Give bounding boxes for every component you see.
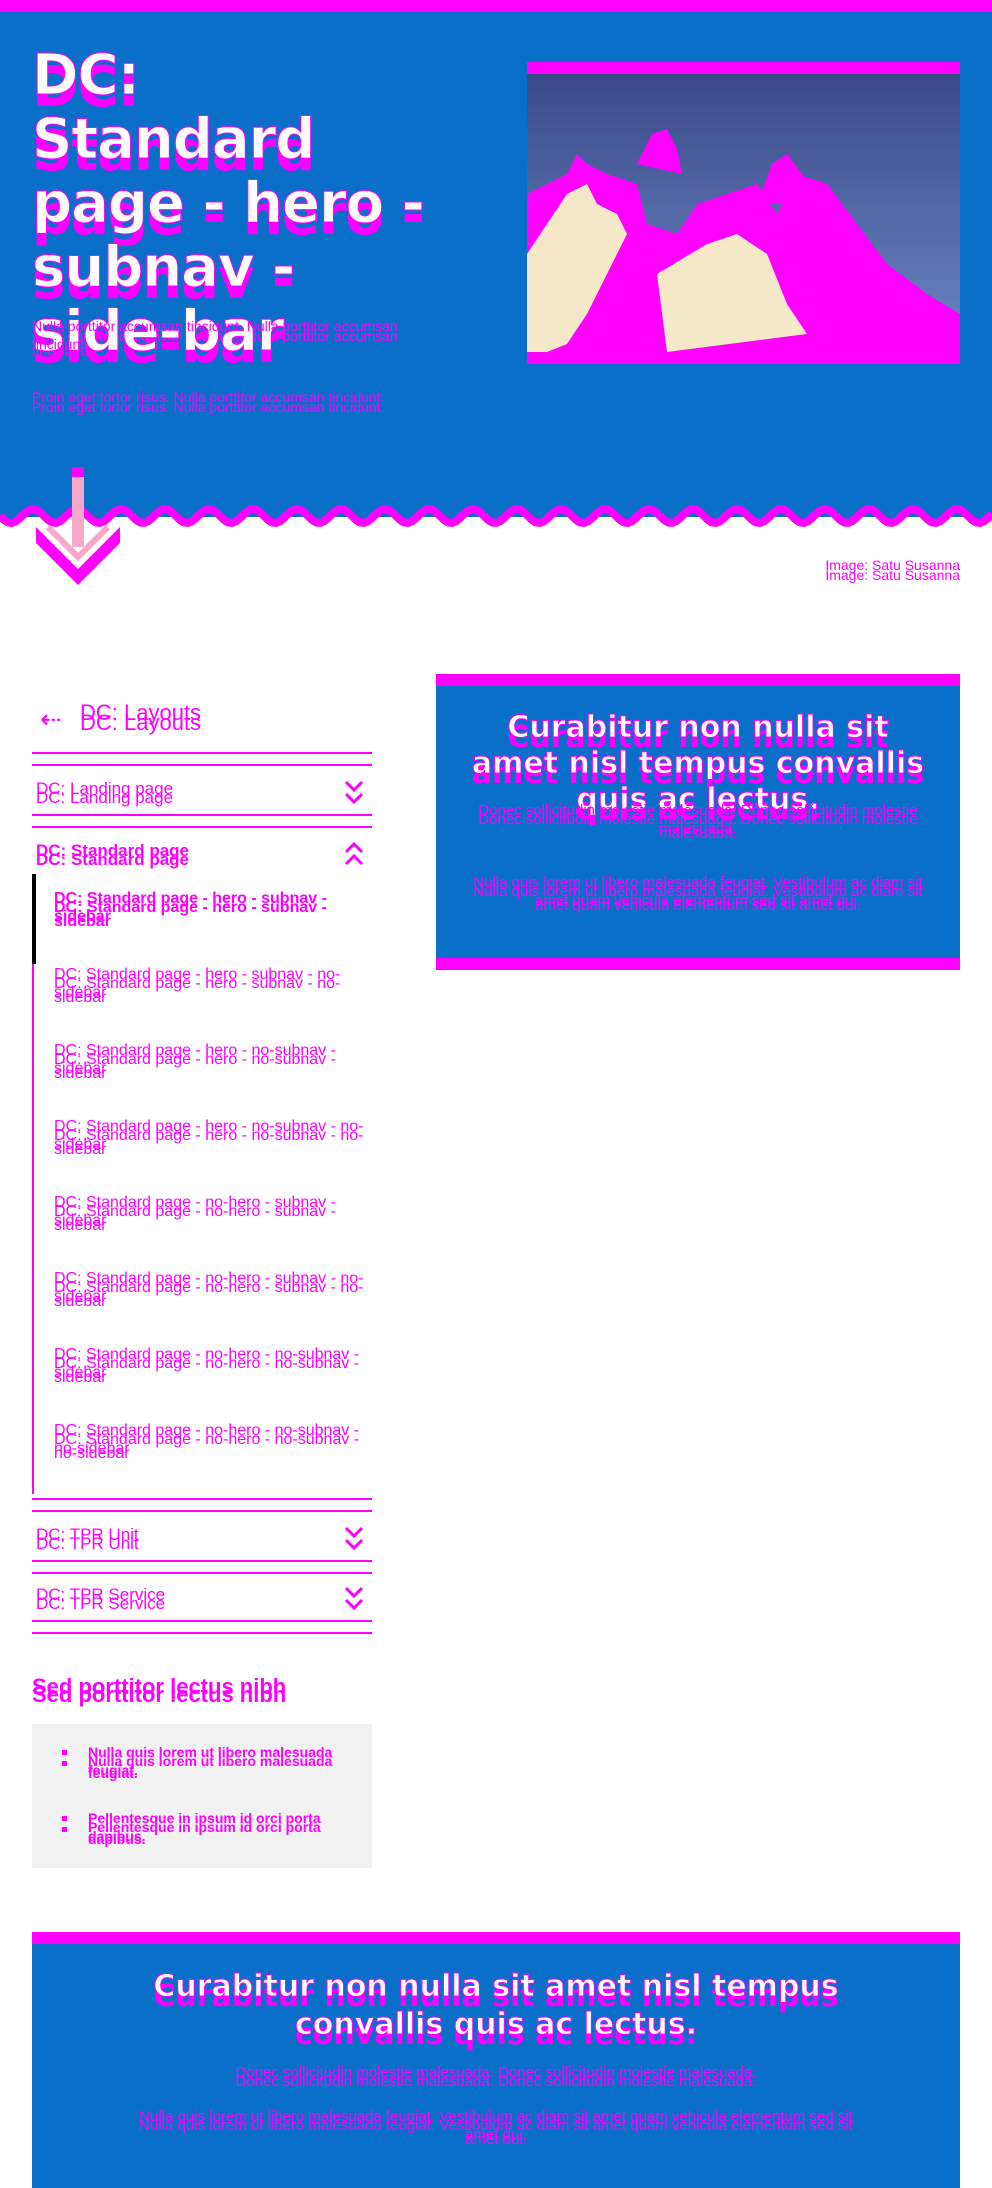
active-indicator: [32, 874, 36, 964]
back-to-layouts-link[interactable]: ⇠ DC: Layouts DC: Layouts: [32, 698, 372, 758]
divider: [32, 1632, 372, 1634]
image-caption-text: Image: Satu Susanna: [825, 557, 960, 573]
wide-callout-top-band: [32, 1932, 960, 1944]
chevron-down-icon: [344, 1526, 364, 1551]
wide-callout-paragraph-1: Donec sollicitudin molestie malesuada. D…: [132, 2064, 860, 2089]
accordion-label-text: DC: Standard page: [36, 841, 190, 860]
callout-paragraph-1: Donec sollicitudin molestie malesuada. D…: [466, 802, 930, 841]
accordion-landing-page[interactable]: DC: Landing page DC: Landing page: [32, 768, 372, 812]
divider: [32, 826, 372, 828]
divider: [32, 1620, 372, 1622]
wide-callout-box: Curabitur non nulla sit amet nisl tempus…: [32, 1932, 960, 2188]
bullet-icon: [62, 1827, 67, 1832]
hero-paragraph-2: Proin eget tortor risus. Nulla porttitor…: [32, 389, 422, 414]
accordion-tpr-unit[interactable]: DC: TPR Unit DC: TPR Unit: [32, 1514, 372, 1558]
bullet-icon: [62, 1750, 67, 1755]
hero-title: DC: Standard page - hero - subnav - side…: [32, 43, 432, 376]
divider: [32, 1560, 372, 1562]
sublist-item[interactable]: DC: Standard page - no-hero - subnav - s…: [54, 1194, 364, 1234]
list-item: Nulla quis lorem ut libero malesuada feu…: [62, 1744, 362, 1780]
divider: [32, 1510, 372, 1512]
callout-paragraph-2: Nulla quis lorem ut libero malesuada feu…: [466, 874, 930, 913]
divider: [32, 752, 372, 754]
hero-wave-divider: [0, 498, 992, 528]
divider: [32, 1498, 372, 1500]
sublist-item[interactable]: DC: Standard page - hero - subnav - no-s…: [54, 966, 364, 1006]
list-item: Pellentesque in ipsum id orci porta dapi…: [62, 1810, 362, 1846]
accordion-label: DC: TPR Unit DC: TPR Unit: [36, 1525, 316, 1552]
side-section-list-box: Nulla quis lorem ut libero malesuada feu…: [32, 1724, 372, 1868]
back-link-label: DC: Layouts DC: Layouts: [80, 700, 340, 734]
hero-image: [527, 62, 960, 364]
sublist-item[interactable]: DC: Standard page - no-hero - no-subnav …: [54, 1346, 364, 1386]
accordion-label: DC: TPR Service DC: TPR Service: [36, 1585, 316, 1612]
arrow-down-icon[interactable]: [26, 467, 130, 591]
accordion-label-text: DC: Landing page: [36, 779, 174, 798]
image-caption: Image: Satu Susanna Image: Satu Susanna: [760, 557, 960, 582]
accordion-label: DC: Landing page DC: Landing page: [36, 779, 316, 806]
callout-bottom-band: [436, 958, 960, 970]
bullet-icon: [62, 1816, 67, 1821]
callout-paragraph-2-text: Nulla quis lorem ut libero malesuada feu…: [473, 874, 923, 909]
sublist-item[interactable]: DC: Standard page - no-hero - no-subnav …: [54, 1422, 364, 1462]
accordion-label: DC: Standard page DC: Standard page: [36, 841, 316, 868]
callout-box: Curabitur non nulla sit amet nisl tempus…: [436, 674, 960, 970]
side-section-title: Sed porttitor lectus nibh Sed porttitor …: [32, 1673, 372, 1706]
sublist-item[interactable]: DC: Standard page - no-hero - subnav - n…: [54, 1270, 364, 1310]
side-section-title-text: Sed porttitor lectus nibh: [32, 1674, 287, 1699]
list-item-text: Pellentesque in ipsum id orci porta dapi…: [88, 1810, 362, 1846]
sublist-item[interactable]: DC: Standard page - hero - no-subnav - n…: [54, 1118, 364, 1158]
hero-paragraph-2-text: Proin eget tortor risus. Nulla porttitor…: [32, 389, 385, 405]
back-link-label-text: DC: Layouts: [80, 700, 202, 725]
chevron-down-icon: [344, 1586, 364, 1611]
chevron-up-icon: [344, 841, 364, 866]
top-accent-bar: [0, 0, 992, 12]
wide-callout-paragraph-2: Nulla quis lorem ut libero malesuada feu…: [132, 2108, 860, 2147]
list-item-text: Nulla quis lorem ut libero malesuada feu…: [88, 1744, 362, 1780]
accordion-label-text: DC: TPR Service: [36, 1585, 166, 1604]
building-photo: [527, 74, 960, 352]
divider: [32, 764, 372, 766]
sublist-rail: [32, 874, 34, 1494]
callout-top-band: [436, 674, 960, 686]
divider: [32, 814, 372, 816]
sublist-item[interactable]: DC: Standard page - hero - no-subnav - s…: [54, 1042, 364, 1082]
chevron-down-icon: [344, 780, 364, 805]
accordion-label-text: DC: TPR Unit: [36, 1525, 139, 1544]
bullet-icon: [62, 1761, 67, 1766]
arrow-left-icon: ⇠: [40, 704, 62, 734]
wide-callout-title: Curabitur non nulla sit amet nisl tempus…: [132, 1968, 860, 2053]
accordion-standard-page[interactable]: DC: Standard page DC: Standard page: [32, 830, 372, 874]
wide-callout-paragraph-1-text: Donec sollicitudin molestie malesuada. D…: [235, 2064, 757, 2081]
sublist-item[interactable]: DC: Standard page - hero - subnav - side…: [54, 890, 364, 930]
accordion-tpr-service[interactable]: DC: TPR Service DC: TPR Service: [32, 1574, 372, 1618]
